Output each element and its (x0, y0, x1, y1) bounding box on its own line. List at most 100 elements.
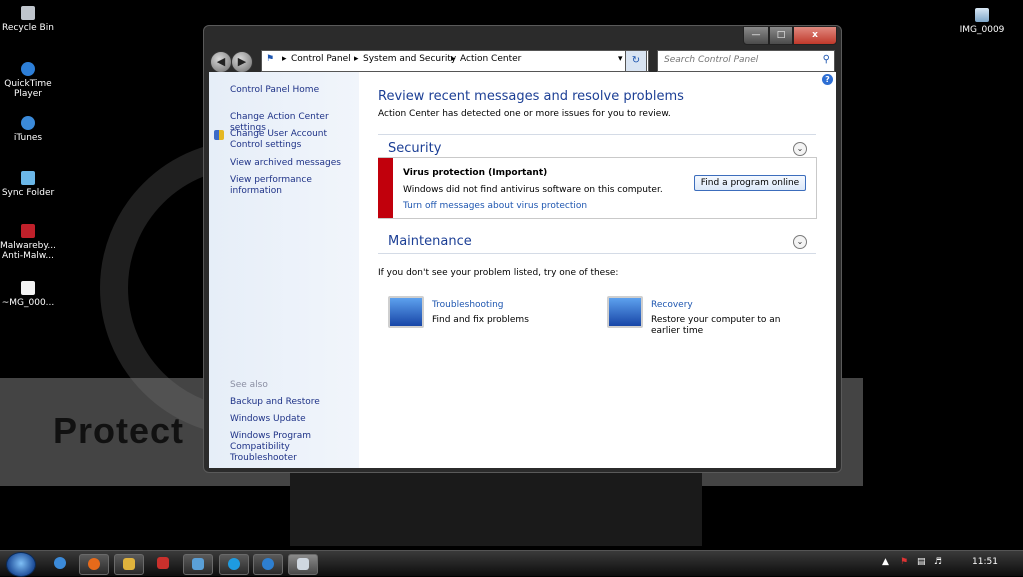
recycle-bin-icon (21, 6, 35, 20)
desktop-icon-label: Malwareby... Anti-Malw... (0, 241, 57, 261)
view-performance-information-link[interactable]: View performance information (230, 175, 359, 197)
start-button[interactable] (6, 552, 36, 577)
security-section-heading[interactable]: Security (388, 141, 441, 156)
turn-off-messages-link[interactable]: Turn off messages about virus protection (403, 201, 587, 211)
file-icon (21, 281, 35, 295)
desktop-icon-label: QuickTime Player (4, 79, 52, 99)
troubleshooting-link[interactable]: Troubleshooting (432, 300, 504, 310)
address-dropdown-icon[interactable]: ▾ (618, 54, 623, 64)
app-icon (157, 557, 169, 569)
desktop-icon-recycle-bin[interactable]: Recycle Bin (0, 6, 59, 33)
recovery-description: Restore your computer to an earlier time (651, 315, 781, 336)
left-navigation-pane: Control Panel Home Change Action Center … (209, 72, 359, 468)
alert-title: Virus protection (Important) (403, 168, 548, 178)
search-box[interactable]: ⚲ (657, 50, 835, 72)
ie-icon (262, 558, 274, 570)
breadcrumb-action-center[interactable]: Action Center (460, 54, 521, 64)
taskbar-skype[interactable] (219, 554, 249, 575)
main-pane: Review recent messages and resolve probl… (378, 72, 828, 468)
backup-restore-link[interactable]: Backup and Restore (230, 397, 320, 408)
virus-protection-alert: Virus protection (Important) Windows did… (378, 157, 817, 219)
volume-icon[interactable]: ♬ (934, 557, 942, 567)
divider (378, 134, 816, 135)
desktop-icon-label: Sync Folder (1, 188, 55, 198)
taskbar-chrome[interactable] (46, 554, 74, 573)
maintenance-section-heading[interactable]: Maintenance (388, 234, 472, 249)
quicktime-icon (21, 62, 35, 76)
taskbar-app[interactable] (149, 554, 177, 573)
page-title: Review recent messages and resolve probl… (378, 89, 684, 104)
maintenance-chevron-icon[interactable]: ⌄ (793, 235, 807, 249)
refresh-button[interactable]: ↻ (625, 50, 647, 72)
desktop-icon-label: Recycle Bin (2, 23, 54, 33)
alert-message: Windows did not find antivirus software … (403, 185, 663, 195)
desktop-icon-malwarebytes[interactable]: Malwareby... Anti-Malw... (0, 224, 59, 261)
chrome-icon (54, 557, 66, 569)
taskbar-firefox[interactable] (79, 554, 109, 575)
desktop-icon-img-0009[interactable]: IMG_0009 (951, 8, 1013, 35)
windows-update-link[interactable]: Windows Update (230, 414, 306, 425)
breadcrumb-separator: ▸ (282, 54, 287, 64)
wallpaper-watermark: Protect (53, 410, 185, 451)
help-prompt: If you don't see your problem listed, tr… (378, 268, 619, 278)
network-icon[interactable]: ▤ (917, 557, 926, 567)
compatibility-troubleshooter-link[interactable]: Windows Program Compatibility Troublesho… (230, 431, 354, 464)
desktop-icon-sync-folder[interactable]: Sync Folder (0, 171, 59, 198)
maximize-button[interactable]: □ (769, 26, 793, 45)
desktop-icon-label: IMG_0009 (959, 25, 1005, 35)
desktop-icon-quicktime[interactable]: QuickTime Player (0, 62, 59, 99)
desktop-icon-label: ~MG_000... (1, 298, 55, 308)
image-file-icon (975, 8, 989, 22)
recovery-link[interactable]: Recovery (651, 300, 693, 310)
troubleshooting-description: Find and fix problems (432, 315, 529, 325)
navigation-bar: ◀ ▶ ⚑ ▸ Control Panel ▸ System and Secur… (210, 49, 835, 73)
breadcrumb-control-panel[interactable]: Control Panel (291, 54, 351, 64)
forward-button[interactable]: ▶ (231, 51, 253, 73)
search-icon[interactable]: ⚲ (823, 54, 830, 65)
desktop-icon-itunes[interactable]: iTunes (0, 116, 59, 143)
severity-bar (378, 158, 393, 218)
see-also-heading: See also (230, 380, 268, 390)
folder-icon (21, 171, 35, 185)
control-panel-flag-icon: ⚑ (266, 54, 275, 64)
breadcrumb-separator: ▸ (451, 54, 456, 64)
taskbar-ie[interactable] (253, 554, 283, 575)
taskbar-photos[interactable] (183, 554, 213, 575)
show-hidden-icons[interactable]: ▲ (882, 557, 889, 567)
taskbar-control-panel[interactable] (288, 554, 318, 575)
action-center-window: — □ x ◀ ▶ ⚑ ▸ Control Panel ▸ System and… (203, 25, 842, 473)
itunes-icon (21, 116, 35, 130)
divider (378, 253, 816, 254)
close-button[interactable]: x (793, 26, 837, 45)
taskbar: ▲ ⚑ ▤ ♬ 11:51 (0, 550, 1023, 577)
window-content: ? Control Panel Home Change Action Cente… (209, 72, 836, 468)
firefox-icon (88, 558, 100, 570)
explorer-folder-icon (123, 558, 135, 570)
back-button[interactable]: ◀ (210, 51, 232, 73)
desktop-icon-label: iTunes (13, 133, 43, 143)
recovery-icon[interactable] (607, 296, 643, 328)
system-clock[interactable]: 11:51 (972, 557, 998, 567)
uac-shield-icon (214, 130, 224, 140)
view-archived-messages-link[interactable]: View archived messages (230, 158, 341, 169)
control-panel-home-link[interactable]: Control Panel Home (230, 85, 319, 96)
skype-icon (228, 558, 240, 570)
breadcrumb-separator: ▸ (354, 54, 359, 64)
minimize-button[interactable]: — (743, 26, 769, 45)
change-uac-settings-link[interactable]: Change User Account Control settings (230, 129, 354, 151)
search-input[interactable] (658, 51, 814, 69)
malwarebytes-icon (21, 224, 35, 238)
page-subtitle: Action Center has detected one or more i… (378, 109, 671, 119)
breadcrumb-system-security[interactable]: System and Security (363, 54, 456, 64)
window-controls: — □ x (743, 26, 837, 45)
find-program-online-button[interactable]: Find a program online (694, 175, 806, 191)
desktop-icon-mg-file[interactable]: ~MG_000... (0, 281, 59, 308)
taskbar-explorer[interactable] (114, 554, 144, 575)
action-center-flag-icon[interactable]: ⚑ (900, 557, 908, 567)
app-window-icon (297, 558, 309, 570)
address-bar[interactable]: ⚑ ▸ Control Panel ▸ System and Security … (261, 50, 649, 72)
wallpaper-shape (290, 466, 702, 546)
photos-icon (192, 558, 204, 570)
security-chevron-icon[interactable]: ⌄ (793, 142, 807, 156)
troubleshooting-icon[interactable] (388, 296, 424, 328)
